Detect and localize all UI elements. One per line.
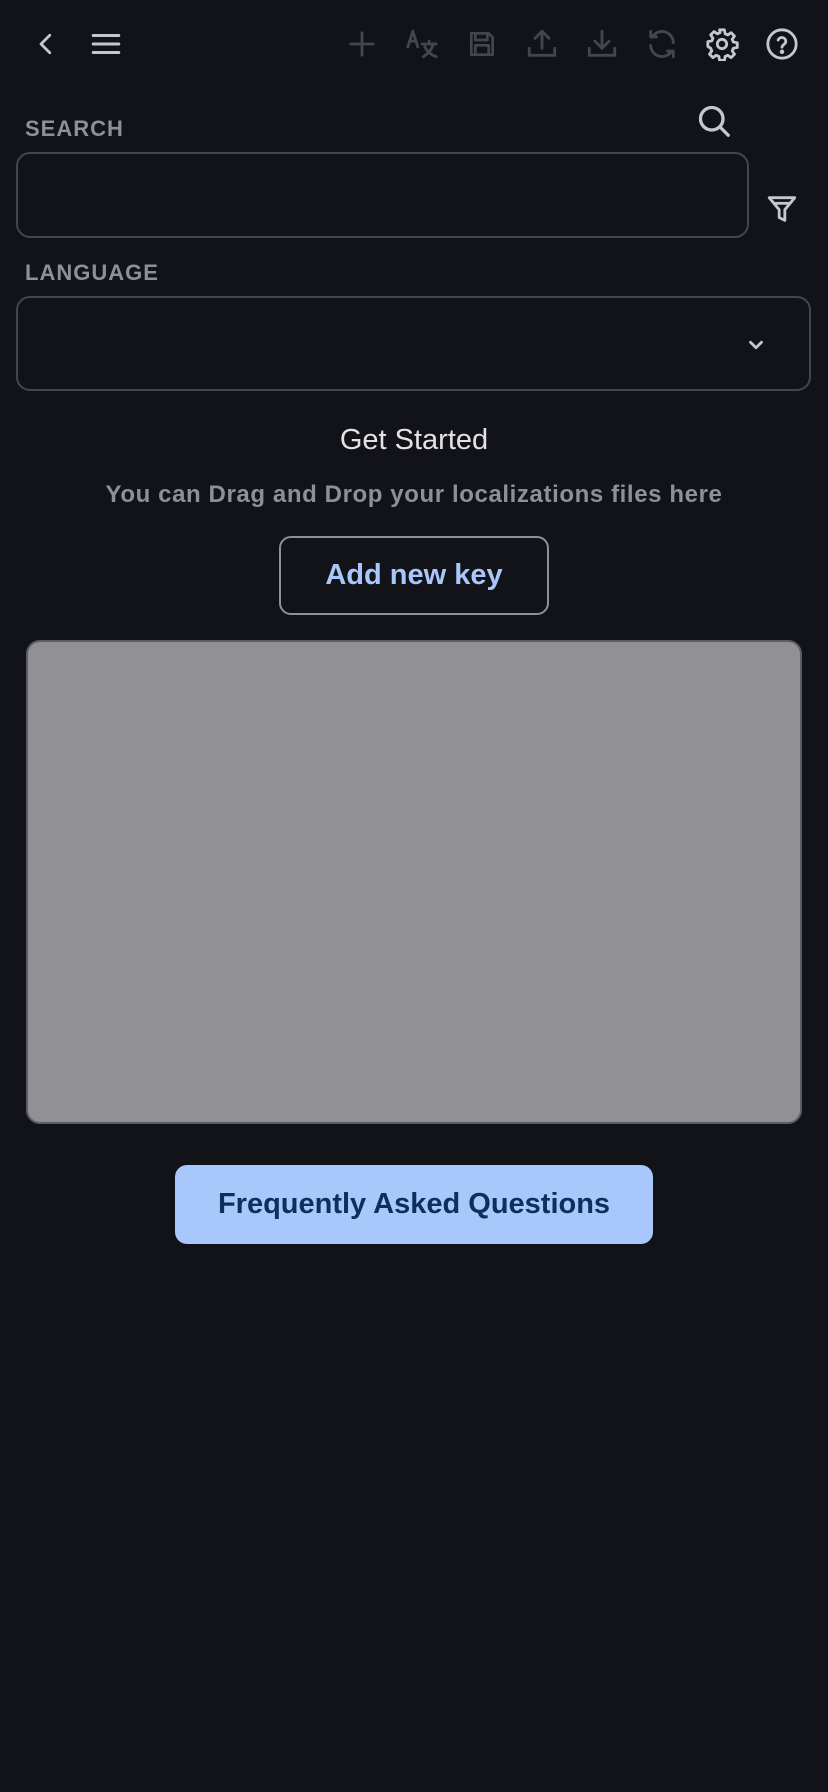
language-select[interactable] — [16, 296, 811, 391]
settings-icon — [706, 28, 739, 61]
settings-button[interactable] — [700, 22, 744, 66]
file-drop-zone[interactable] — [26, 640, 802, 1124]
top-toolbar — [0, 0, 828, 90]
search-icon — [698, 105, 730, 137]
get-started-title: Get Started — [339, 424, 489, 456]
download-icon — [587, 29, 617, 57]
sync-icon — [649, 29, 675, 59]
search-button[interactable] — [692, 99, 736, 143]
search-label: SEARCH — [25, 116, 124, 141]
download-button[interactable] — [580, 22, 624, 66]
help-button[interactable] — [760, 22, 804, 66]
drag-drop-hint: You can Drag and Drop your localizations… — [105, 481, 723, 508]
add-new-key-button[interactable]: Add new key — [279, 536, 549, 615]
chevron-down-icon — [749, 340, 763, 350]
filter-icon — [767, 196, 797, 222]
upload-button[interactable] — [520, 22, 564, 66]
save-icon — [470, 32, 494, 56]
back-icon — [39, 33, 52, 55]
add-icon — [349, 31, 375, 57]
menu-icon — [91, 33, 121, 55]
back-button[interactable] — [24, 22, 68, 66]
translate-button[interactable] — [400, 22, 444, 66]
sync-button[interactable] — [640, 22, 684, 66]
language-label: LANGUAGE — [25, 260, 159, 285]
search-input[interactable] — [16, 152, 749, 238]
menu-button[interactable] — [84, 22, 128, 66]
add-button[interactable] — [340, 22, 384, 66]
save-button[interactable] — [460, 22, 504, 66]
translate-icon — [406, 29, 438, 59]
filter-button[interactable] — [760, 187, 804, 231]
upload-icon — [527, 29, 557, 57]
faq-button[interactable]: Frequently Asked Questions — [175, 1165, 653, 1244]
help-icon — [766, 28, 798, 60]
